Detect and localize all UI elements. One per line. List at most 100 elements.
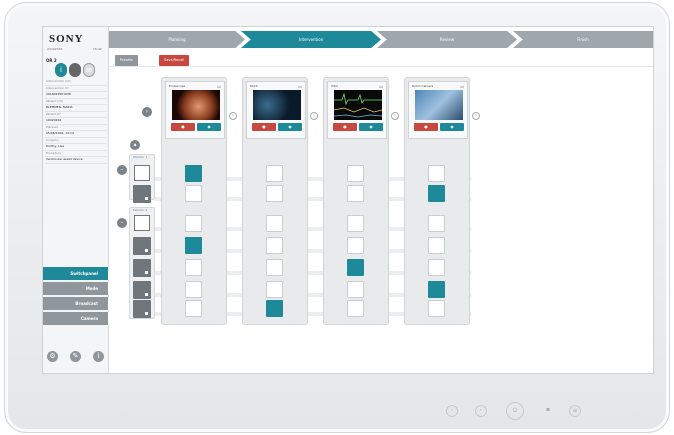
monitor-group-label: Monitor 2 [133,208,148,212]
nav-item-mode[interactable]: Mode [43,282,109,295]
settings-icon[interactable]: ⚙ [47,351,58,362]
routing-cell[interactable] [266,259,283,276]
routing-cell[interactable] [347,300,364,317]
remove-monitor-icon[interactable]: – [117,165,127,175]
routing-cell[interactable] [347,259,364,276]
info-mode-icon[interactable]: i [55,63,67,77]
snapshot-button[interactable]: ◉ [359,123,383,131]
routing-cell[interactable] [428,215,445,232]
device-card[interactable]: Room Camera ▭ ● ◉ [408,81,468,139]
routing-cell[interactable] [266,300,283,317]
device-arrow-icon[interactable]: › [310,112,318,120]
info-icon[interactable]: i [93,351,104,362]
routing-cell[interactable] [185,281,202,298]
device-card[interactable]: Endoscope ▭ ● ◉ [165,81,225,139]
nav-item-broadcast[interactable]: Broadcast [43,297,109,310]
snapshot-button[interactable]: ◉ [197,123,221,131]
device-card[interactable]: PACS ▭ ● ◉ [246,81,306,139]
device-type-icon: ▭ [460,84,464,89]
nav-item-switchpanel[interactable]: Switchpanel [43,267,109,280]
monitor-sub-output[interactable] [133,281,151,299]
monitor-group-label: Monitor 1 [133,155,148,159]
device-thumbnail [172,90,220,120]
routing-cell[interactable] [185,215,202,232]
device-name: PACS [250,84,258,88]
routing-cell[interactable] [428,165,445,182]
device-arrow-icon[interactable]: › [391,112,399,120]
patient-info-row: Ventricular assist device [45,157,107,164]
vital-waveform-icon [333,92,383,118]
routing-cell[interactable] [428,185,445,202]
routing-cell[interactable] [347,215,364,232]
hw-button-4-icon[interactable]: ≡ [569,405,581,417]
hw-button-2-icon[interactable]: ◦ [475,405,487,417]
monitor-sub-output[interactable] [133,237,151,255]
tools-icon[interactable]: ✎ [70,351,81,362]
device-arrow-icon[interactable]: › [472,112,480,120]
device-buttons: ● ◉ [414,123,464,131]
remove-monitor-icon[interactable]: – [117,218,127,228]
routing-cell[interactable] [266,185,283,202]
device-buttons: ● ◉ [171,123,221,131]
mode-icons: i ≡ [55,63,101,77]
monitor-sub-output[interactable] [133,300,151,318]
routing-cell[interactable] [185,259,202,276]
monitor-sub-output[interactable] [133,185,151,203]
routing-cell[interactable] [428,300,445,317]
record-button[interactable]: ● [252,123,276,131]
routing-cell[interactable] [185,237,202,254]
monitor-sub-output[interactable] [133,259,151,277]
bottom-icons: ⚙ ✎ i [47,351,107,363]
routing-cell[interactable] [185,165,202,182]
record-button[interactable]: ● [414,123,438,131]
hw-button-3-icon[interactable]: ▪ [542,405,554,417]
routing-cell[interactable] [185,185,202,202]
routing-cell[interactable] [266,215,283,232]
monitor-main-output[interactable] [134,165,150,181]
routing-cell[interactable] [428,281,445,298]
tab-planning[interactable]: Planning [109,31,245,48]
device-thumbnail [333,90,383,120]
record-mode-icon[interactable] [69,63,81,77]
list-mode-icon[interactable]: ≡ [83,63,95,77]
presets-button[interactable]: Presets [115,55,138,66]
device-arrow-icon[interactable]: › [229,112,237,120]
routing-cell[interactable] [347,165,364,182]
source-add-icon[interactable]: › [142,107,152,117]
device-name: Endoscope [169,84,186,88]
hw-button-1-icon[interactable]: ◦ [446,405,458,417]
routing-cell[interactable] [185,300,202,317]
tab-review[interactable]: Review [377,31,517,48]
routing-cell[interactable] [266,237,283,254]
routing-cell[interactable] [347,185,364,202]
routing-cell[interactable] [428,259,445,276]
device-name: Room Camera [412,84,434,88]
switch-nav: Switchpanel Mode Broadcast Camera [43,267,109,327]
tab-intervention[interactable]: Intervention [241,31,381,48]
routing-cell[interactable] [266,281,283,298]
routing-cell[interactable] [428,237,445,254]
record-button[interactable]: ● [171,123,195,131]
routing-cell[interactable] [347,281,364,298]
device-thumbnail [415,90,463,120]
date-label: 2/24/2016 [47,47,63,51]
device-name: Vital [331,84,338,88]
presets-label: Presets [120,58,133,62]
monitor-main-output[interactable] [134,215,150,231]
power-icon[interactable]: ⏻ [506,402,524,420]
snapshot-button[interactable]: ◉ [278,123,302,131]
time-label: 15:42 [93,47,102,51]
save-recall-button[interactable]: Save/Recall [159,55,190,66]
record-button[interactable]: ● [333,123,357,131]
workflow-tabs: Planning Intervention Review Finish [109,31,653,48]
routing-cell[interactable] [347,237,364,254]
device-card[interactable]: Vital ▭ ● ◉ [327,81,387,139]
snapshot-button[interactable]: ◉ [440,123,464,131]
device-type-icon: ▭ [298,84,302,89]
monitor-add-icon[interactable]: ▴ [130,140,140,150]
nav-item-camera[interactable]: Camera [43,312,109,325]
device-type-icon: ▭ [217,84,221,89]
routing-cell[interactable] [266,165,283,182]
tab-finish[interactable]: Finish [513,31,653,48]
sidebar: SONY 2/24/2016 15:42 OR 2 i ≡ Interventi… [43,27,109,373]
